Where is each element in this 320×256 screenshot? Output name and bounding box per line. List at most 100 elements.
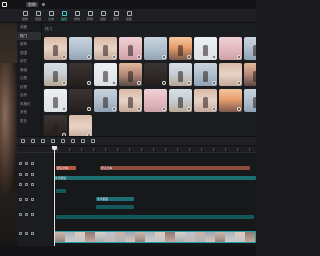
tab-audio[interactable]: 音频 (33, 11, 43, 22)
eye-icon[interactable] (25, 162, 28, 165)
tab-transition[interactable]: 转场 (85, 11, 95, 22)
download-icon[interactable] (162, 107, 166, 111)
freeze-icon[interactable] (61, 139, 65, 143)
eye-icon[interactable] (25, 173, 28, 176)
category-item[interactable]: 风格化 (17, 100, 41, 109)
category-item[interactable]: 推荐 (17, 40, 41, 49)
playhead-handle[interactable] (52, 146, 57, 150)
asset-thumbnail[interactable] (144, 37, 167, 60)
category-item[interactable]: 边框 (17, 74, 41, 83)
asset-thumbnail[interactable] (144, 89, 167, 112)
audio-clip[interactable] (56, 215, 254, 219)
asset-thumbnail[interactable] (244, 89, 256, 112)
tab-template[interactable]: 模板 (124, 11, 134, 22)
asset-thumbnail[interactable] (144, 63, 167, 86)
category-item[interactable]: 氛围 (17, 49, 41, 58)
download-icon[interactable] (212, 107, 216, 111)
lock-icon[interactable] (19, 232, 22, 235)
eye-icon[interactable] (25, 213, 28, 216)
category-item[interactable]: 综艺 (17, 57, 41, 66)
asset-thumbnail[interactable] (169, 37, 192, 60)
reverse-icon[interactable] (71, 139, 75, 143)
asset-thumbnail[interactable] (219, 63, 242, 86)
category-item[interactable]: 更多 (17, 117, 41, 126)
download-icon[interactable] (137, 81, 141, 85)
download-icon[interactable] (187, 107, 191, 111)
speaker-icon[interactable] (31, 183, 34, 186)
audio-clip[interactable] (96, 205, 134, 209)
asset-thumbnail[interactable] (94, 89, 117, 112)
menu-button[interactable]: 剪映 (26, 2, 38, 7)
download-icon[interactable] (162, 81, 166, 85)
asset-thumbnail[interactable] (69, 115, 92, 136)
asset-thumbnail[interactable] (244, 37, 256, 60)
asset-thumbnail[interactable] (119, 63, 142, 86)
download-icon[interactable] (212, 81, 216, 85)
asset-thumbnail[interactable] (244, 63, 256, 86)
asset-thumbnail[interactable] (94, 37, 117, 60)
download-icon[interactable] (237, 81, 241, 85)
tab-sticker[interactable]: 贴纸 (59, 11, 69, 22)
download-icon[interactable] (112, 81, 116, 85)
download-icon[interactable] (62, 81, 66, 85)
text-clip[interactable]: 默认文本 (100, 166, 250, 170)
eye-icon[interactable] (25, 198, 28, 201)
lock-icon[interactable] (19, 183, 22, 186)
download-icon[interactable] (87, 107, 91, 111)
tab-media[interactable]: 媒体 (20, 11, 30, 22)
asset-thumbnail[interactable] (194, 63, 217, 86)
asset-thumbnail[interactable] (44, 115, 67, 136)
tab-text[interactable]: 文本 (46, 11, 56, 22)
category-item[interactable]: 情绪 (17, 66, 41, 75)
speaker-icon[interactable] (31, 213, 34, 216)
download-icon[interactable] (62, 107, 66, 111)
download-icon[interactable] (137, 107, 141, 111)
category-item[interactable]: 其他 (17, 108, 41, 117)
text-clip[interactable]: 默认文本 (56, 166, 76, 170)
eye-icon[interactable] (25, 183, 28, 186)
asset-thumbnail[interactable] (44, 63, 67, 86)
category-item[interactable]: 纹理 (17, 83, 41, 92)
undo-icon[interactable] (21, 139, 25, 143)
mirror-icon[interactable] (81, 139, 85, 143)
asset-thumbnail[interactable] (219, 89, 242, 112)
lock-icon[interactable] (19, 162, 22, 165)
audio-clip[interactable]: 文字朗读 (96, 197, 134, 201)
download-icon[interactable] (237, 55, 241, 59)
asset-thumbnail[interactable] (194, 89, 217, 112)
speaker-icon[interactable] (31, 198, 34, 201)
asset-thumbnail[interactable] (69, 63, 92, 86)
download-icon[interactable] (112, 107, 116, 111)
speaker-icon[interactable] (31, 232, 34, 235)
lock-icon[interactable] (19, 173, 22, 176)
asset-thumbnail[interactable] (69, 89, 92, 112)
asset-thumbnail[interactable] (69, 37, 92, 60)
download-icon[interactable] (87, 81, 91, 85)
category-item[interactable]: 热门 (17, 31, 41, 40)
tab-adjust[interactable]: 调节 (111, 11, 121, 22)
category-item[interactable]: 自然 (17, 91, 41, 100)
category-item[interactable]: 收藏 (17, 23, 41, 32)
asset-thumbnail[interactable] (194, 37, 217, 60)
delete-icon[interactable] (51, 139, 55, 143)
speaker-icon[interactable] (31, 162, 34, 165)
split-icon[interactable] (41, 139, 45, 143)
audio-clip[interactable]: 文字朗读 (54, 176, 256, 180)
crop-icon[interactable] (91, 139, 95, 143)
timeline[interactable]: 默认文本 默认文本 文字朗读 文字朗读 (17, 146, 256, 246)
download-icon[interactable] (162, 55, 166, 59)
speaker-icon[interactable] (31, 173, 34, 176)
tab-filter[interactable]: 滤镜 (98, 11, 108, 22)
playhead[interactable] (54, 146, 55, 246)
asset-thumbnail[interactable] (119, 89, 142, 112)
asset-thumbnail[interactable] (219, 37, 242, 60)
tab-effects[interactable]: 特效 (72, 11, 82, 22)
download-icon[interactable] (62, 55, 66, 59)
download-icon[interactable] (187, 55, 191, 59)
download-icon[interactable] (212, 55, 216, 59)
eye-icon[interactable] (25, 232, 28, 235)
redo-icon[interactable] (31, 139, 35, 143)
download-icon[interactable] (87, 55, 91, 59)
lock-icon[interactable] (19, 198, 22, 201)
asset-thumbnail[interactable] (44, 37, 67, 60)
